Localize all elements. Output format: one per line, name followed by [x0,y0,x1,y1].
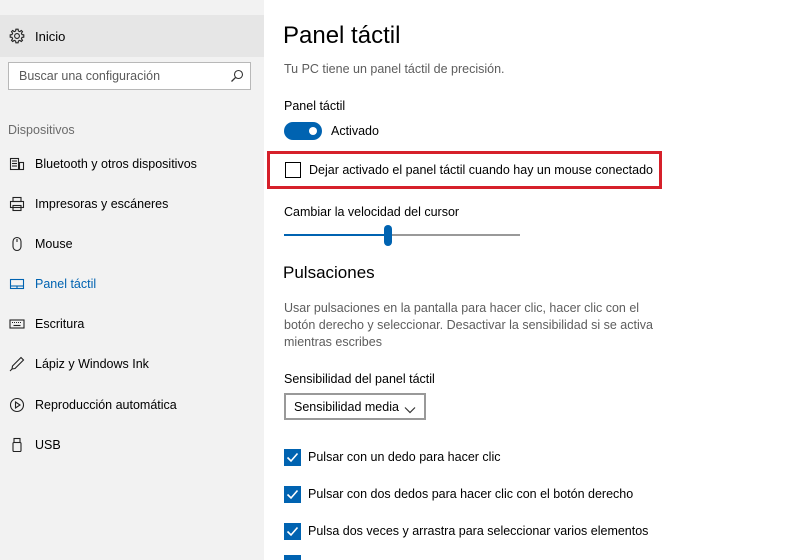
mouse-icon [9,236,25,252]
pulsaciones-description: Usar pulsaciones en la pantalla para hac… [284,301,653,349]
option-label: Pulsa dos veces y arrastra para seleccio… [308,524,649,538]
sidebar-item-label: Bluetooth y otros dispositivos [35,157,197,171]
gear-icon [9,28,25,44]
checkbox-partial-offscreen[interactable] [284,555,301,560]
sensitivity-value: Sensibilidad media [294,400,399,414]
keep-touchpad-on-checkbox[interactable] [285,162,301,178]
sidebar-item-mouse[interactable]: Mouse [0,226,264,262]
checkbox-checked[interactable] [284,486,301,503]
search-input[interactable] [9,63,224,89]
keyboard-icon [9,316,25,332]
toggle-state-label: Activado [331,124,379,138]
autoplay-icon [9,397,25,413]
option-label: Pulsar con dos dedos para hacer clic con… [308,487,634,501]
sensitivity-dropdown[interactable]: Sensibilidad media [284,393,426,420]
option-label: Pulsar con un dedo para hacer clic [308,450,501,464]
sidebar-item-label: Lápiz y Windows Ink [35,357,149,371]
pulsaciones-heading: Pulsaciones [283,263,375,282]
touchpad-toggle-label: Panel táctil [284,99,346,113]
home-button[interactable]: Inicio [0,15,264,57]
main-content: Panel táctil Tu PC tiene un panel táctil… [264,0,800,560]
sidebar-item-label: Mouse [35,237,73,251]
sidebar-item-label: Impresoras y escáneres [35,197,169,211]
sidebar-item-printers[interactable]: Impresoras y escáneres [0,186,264,222]
slider-thumb[interactable] [384,225,392,246]
pen-icon [9,356,25,372]
sidebar-item-usb[interactable]: USB [0,427,264,463]
sidebar-item-bluetooth[interactable]: Bluetooth y otros dispositivos [0,146,264,182]
page-title: Panel táctil [283,22,401,49]
sidebar-item-touchpad[interactable]: Panel táctil [0,266,264,302]
cursor-speed-slider[interactable] [284,225,520,247]
sidebar-item-autoplay[interactable]: Reproducción automática [0,387,264,423]
sidebar-item-label: USB [35,438,61,452]
bluetooth-devices-icon [9,156,25,172]
usb-icon [9,437,25,453]
page-description: Tu PC tiene un panel táctil de precisión… [284,62,505,76]
toggle-knob [309,127,317,135]
sidebar-item-label: Panel táctil [35,277,97,291]
sidebar-item-label: Escritura [35,317,85,331]
home-label: Inicio [35,29,66,44]
section-label-dispositivos: Dispositivos [8,123,75,137]
sensitivity-label: Sensibilidad del panel táctil [284,372,435,386]
keep-touchpad-on-label[interactable]: Dejar activado el panel táctil cuando ha… [309,163,653,177]
printer-icon [9,196,25,212]
touchpad-toggle[interactable] [284,122,322,140]
search-icon[interactable] [230,69,244,83]
touchpad-icon [9,276,25,292]
sidebar: Inicio Dispositivos Bluetooth y otros di… [0,0,264,560]
sidebar-item-label: Reproducción automática [35,398,177,412]
checkbox-checked[interactable] [284,449,301,466]
cursor-speed-label: Cambiar la velocidad del cursor [284,205,460,219]
checkbox-checked[interactable] [284,523,301,540]
search-box [8,62,251,90]
sidebar-item-pen[interactable]: Lápiz y Windows Ink [0,346,264,382]
slider-fill [284,234,388,236]
sidebar-item-typing[interactable]: Escritura [0,306,264,342]
chevron-down-icon [404,402,416,414]
